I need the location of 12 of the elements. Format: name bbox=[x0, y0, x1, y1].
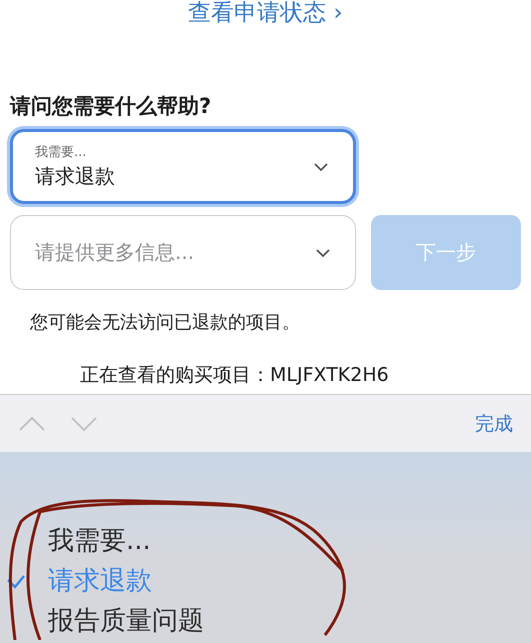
help-heading: 请问您需要什么帮助? bbox=[10, 93, 212, 120]
refund-note: 您可能会无法访问已退款的项目。 bbox=[30, 311, 301, 334]
picker-option[interactable]: 我需要... bbox=[0, 520, 531, 560]
chevron-down-icon bbox=[313, 162, 329, 172]
chevron-down-icon bbox=[315, 248, 331, 258]
purchase-id-text: 正在查看的购买项目：MLJFXTK2H6 bbox=[80, 364, 389, 386]
picker-option[interactable]: 报告质量问题 bbox=[0, 600, 531, 640]
status-link[interactable]: 查看申请状态 › bbox=[10, 0, 521, 28]
picker-option[interactable]: 请求退款 bbox=[0, 560, 531, 600]
request-select[interactable]: 我需要... 请求退款 bbox=[10, 129, 356, 204]
details-select[interactable]: 请提供更多信息... bbox=[10, 215, 356, 290]
done-button[interactable]: 完成 bbox=[475, 410, 513, 436]
